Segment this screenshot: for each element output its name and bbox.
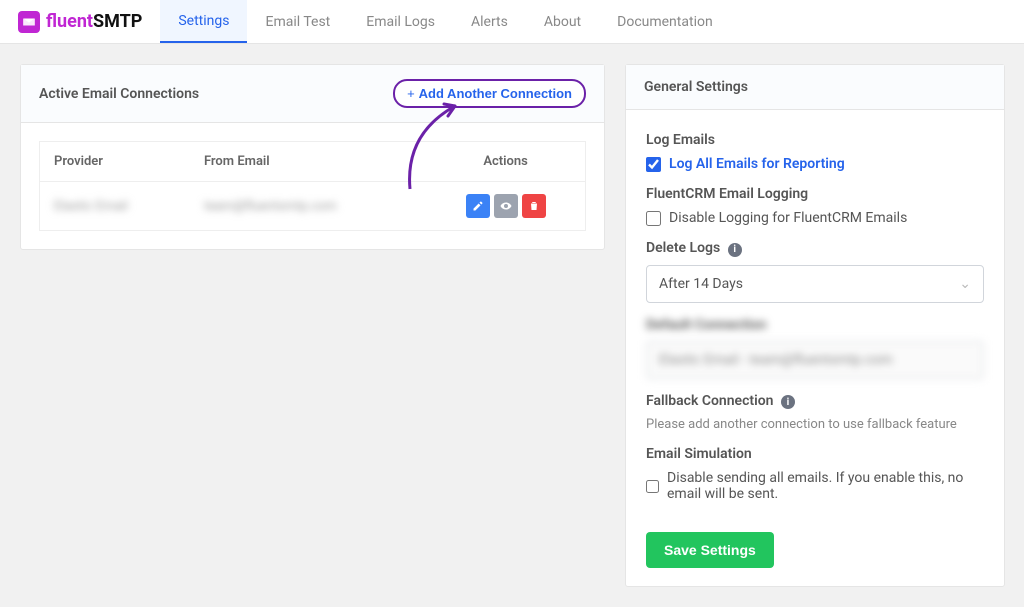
table-row: Elastic Email team@fluentsmtp.com: [40, 182, 586, 231]
save-settings-button[interactable]: Save Settings: [646, 532, 774, 568]
tab-email-test[interactable]: Email Test: [247, 0, 348, 43]
delete-button[interactable]: [522, 194, 546, 218]
delete-logs-text: Delete Logs: [646, 240, 720, 256]
col-from: From Email: [190, 142, 426, 182]
tab-settings[interactable]: Settings: [160, 0, 247, 43]
default-connection-label: Default Connection: [646, 317, 984, 333]
cell-provider: Elastic Email: [54, 199, 128, 214]
edit-button[interactable]: [466, 194, 490, 218]
col-provider: Provider: [40, 142, 190, 182]
brand-text-fluent: fluent: [46, 11, 93, 32]
tab-documentation[interactable]: Documentation: [599, 0, 731, 43]
topbar: fluentSMTP Settings Email Test Email Log…: [0, 0, 1024, 44]
connections-panel: Active Email Connections + Add Another C…: [20, 64, 605, 250]
tab-email-logs[interactable]: Email Logs: [348, 0, 453, 43]
plus-icon: +: [407, 86, 415, 101]
info-icon[interactable]: i: [781, 395, 795, 409]
view-button[interactable]: [494, 194, 518, 218]
default-connection-value: Elastic Email - team@fluentsmtp.com: [659, 352, 893, 368]
default-connection-select[interactable]: Elastic Email - team@fluentsmtp.com: [646, 341, 984, 379]
delete-logs-label: Delete Logs i: [646, 240, 984, 257]
fluentcrm-label: FluentCRM Email Logging: [646, 186, 984, 202]
simulation-check-label[interactable]: Disable sending all emails. If you enabl…: [667, 470, 984, 502]
general-settings-panel: General Settings Log Emails Log All Emai…: [625, 64, 1005, 587]
add-connection-button[interactable]: + Add Another Connection: [393, 79, 586, 108]
cell-from: team@fluentsmtp.com: [204, 199, 337, 214]
tab-about[interactable]: About: [526, 0, 599, 43]
simulation-checkbox[interactable]: [646, 479, 659, 494]
simulation-label: Email Simulation: [646, 446, 984, 462]
log-all-label[interactable]: Log All Emails for Reporting: [669, 156, 845, 172]
fallback-text: Fallback Connection: [646, 393, 773, 409]
fallback-help: Please add another connection to use fal…: [646, 417, 984, 432]
tab-alerts[interactable]: Alerts: [453, 0, 526, 43]
connections-title: Active Email Connections: [39, 86, 199, 102]
delete-logs-value: After 14 Days: [659, 276, 743, 292]
brand-text-smtp: SMTP: [93, 11, 142, 32]
disable-fluentcrm-checkbox[interactable]: [646, 211, 661, 226]
info-icon[interactable]: i: [728, 243, 742, 257]
col-actions: Actions: [426, 142, 585, 182]
nav-tabs: Settings Email Test Email Logs Alerts Ab…: [160, 0, 730, 43]
connections-table: Provider From Email Actions Elastic Emai…: [39, 141, 586, 231]
delete-logs-select[interactable]: After 14 Days ⌄: [646, 265, 984, 303]
main-content: Active Email Connections + Add Another C…: [0, 44, 1024, 607]
general-title: General Settings: [644, 79, 748, 95]
disable-fluentcrm-label[interactable]: Disable Logging for FluentCRM Emails: [669, 210, 907, 226]
log-all-checkbox[interactable]: [646, 157, 661, 172]
chevron-down-icon: ⌄: [959, 276, 971, 292]
fallback-label: Fallback Connection i: [646, 393, 984, 410]
add-connection-label: Add Another Connection: [419, 86, 572, 101]
log-emails-label: Log Emails: [646, 132, 984, 148]
brand-logo: fluentSMTP: [0, 11, 160, 33]
brand-icon: [18, 11, 40, 33]
